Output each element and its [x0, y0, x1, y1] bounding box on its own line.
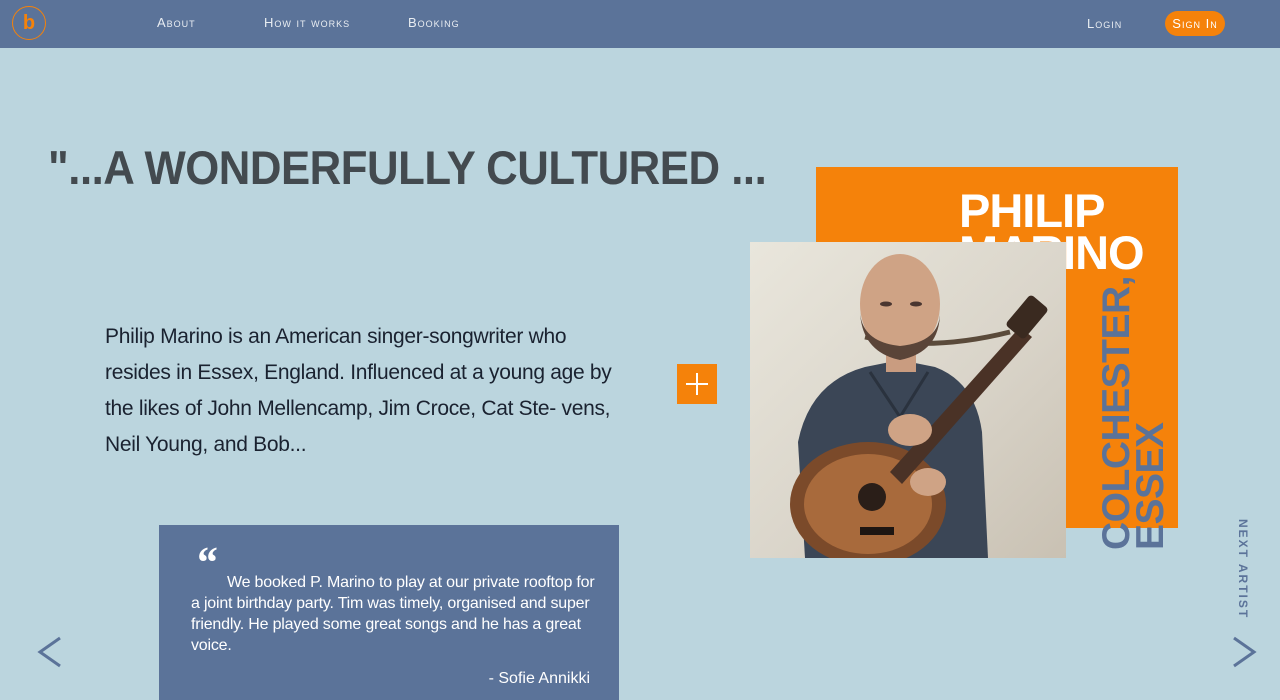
artist-bio: Philip Marino is an American singer-song… [105, 325, 612, 456]
next-artist-button[interactable] [1228, 630, 1258, 674]
guitarist-illustration-icon [790, 254, 1048, 558]
testimonial-author: - Sofie Annikki [488, 670, 590, 687]
expand-bio-button[interactable] [677, 364, 717, 404]
login-link[interactable]: Login [1087, 16, 1122, 31]
nav-about-link[interactable]: About [157, 15, 196, 30]
testimonial-text: We booked P. Marino to play at our priva… [191, 574, 595, 654]
logo[interactable]: b [12, 6, 46, 40]
page-headline: "...A WONDERFULLY CULTURED ... [48, 141, 767, 194]
logo-letter: b [22, 12, 36, 34]
testimonial-card: “ We booked P. Marino to play at our pri… [159, 525, 619, 700]
chevron-right-icon [1233, 636, 1257, 668]
nav-booking-link[interactable]: Booking [408, 15, 460, 30]
top-nav: b About How it works Booking Login Sign … [0, 0, 1280, 48]
next-artist-label[interactable]: NEXT ARTIST [1236, 519, 1250, 619]
previous-artist-button[interactable] [36, 630, 66, 674]
artist-photo [750, 242, 1066, 558]
artist-location: COLCHESTER, ESSEX [1095, 276, 1172, 550]
plus-icon-v [696, 373, 698, 395]
nav-how-it-works-link[interactable]: How it works [264, 15, 350, 30]
location-line-2: ESSEX [1129, 422, 1172, 550]
sign-in-button[interactable]: Sign In [1165, 11, 1225, 36]
chevron-left-icon [37, 636, 61, 668]
